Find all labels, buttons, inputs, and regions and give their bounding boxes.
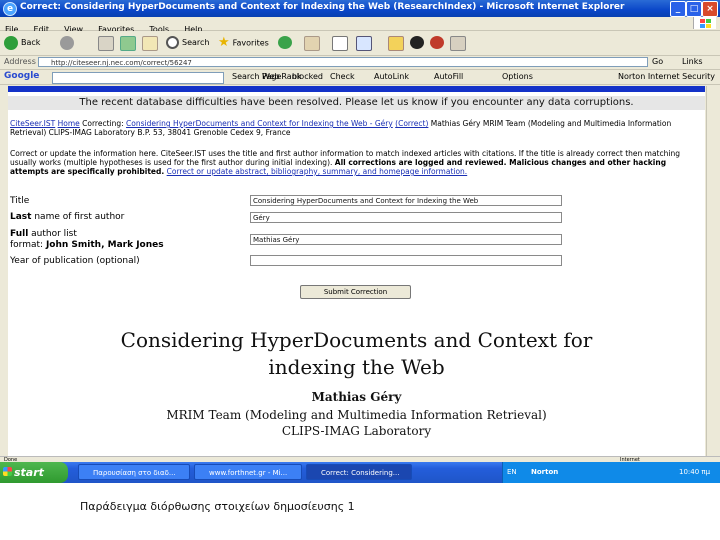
update-abstract-link[interactable]: Correct or update abstract, bibliography… <box>167 167 468 176</box>
paper-title: Considering HyperDocuments and Context f… <box>120 328 593 379</box>
last-name-label: Last name of first author <box>10 212 125 222</box>
windows-flag-icon <box>3 467 12 476</box>
google-toolbar: Google Search Web PageRank blocked Check… <box>0 70 720 85</box>
minimize-button[interactable]: _ <box>670 1 686 17</box>
vertical-scrollbar[interactable] <box>706 86 720 456</box>
norton-toolbar-label: Norton Internet Security <box>618 72 715 81</box>
submit-correction-button[interactable]: Submit Correction <box>300 285 411 299</box>
forward-button[interactable] <box>60 34 77 52</box>
maximize-button[interactable]: □ <box>686 1 702 17</box>
task-presentation[interactable]: Παρουσίαση στο διαδ... <box>78 464 190 480</box>
home-icon[interactable] <box>142 36 158 51</box>
author-format-hint: format: John Smith, Mark Jones <box>10 240 164 250</box>
slide-caption: Παράδειγμα διόρθωσης στοιχείων δημοσίευσ… <box>80 500 355 513</box>
mail-icon[interactable] <box>304 36 320 51</box>
paper-author: Mathias Géry <box>311 390 402 404</box>
forward-arrow-icon <box>60 35 74 50</box>
last-name-input[interactable]: Géry <box>250 212 562 223</box>
home-link[interactable]: Home <box>58 119 80 128</box>
correcting-label: Correcting: <box>82 119 124 128</box>
google-check-button[interactable]: Check <box>330 72 355 81</box>
google-search-input[interactable] <box>52 72 224 84</box>
address-label: Address <box>4 57 36 66</box>
favorites-button[interactable]: ★ Favorites <box>218 34 269 52</box>
correct-link[interactable]: (Correct) <box>395 119 428 128</box>
windows-logo-icon <box>693 17 716 29</box>
window-title: Correct: Considering HyperDocuments and … <box>20 2 625 12</box>
title-bar: e Correct: Considering HyperDocuments an… <box>0 0 720 17</box>
clock: 10:40 πμ <box>679 468 711 476</box>
header-stripe <box>8 86 705 92</box>
google-popup-blocked[interactable]: blocked <box>292 72 323 81</box>
title-input[interactable]: Considering HyperDocuments and Context f… <box>250 195 562 206</box>
edit-icon[interactable] <box>356 36 372 51</box>
paper-affiliation: MRIM Team (Modeling and Multimedia Infor… <box>166 408 547 438</box>
task-correct-page[interactable]: Correct: Considering... <box>306 464 412 480</box>
research-icon[interactable] <box>430 36 444 49</box>
instructions: Correct or update the information here. … <box>10 149 696 176</box>
messenger-icon[interactable] <box>410 36 424 49</box>
address-input[interactable]: http://citeseer.nj.nec.com/correct/56247 <box>38 57 648 67</box>
author-list-label: Full author list <box>10 229 77 239</box>
menu-bar: File Edit View Favorites Tools Help <box>0 17 720 34</box>
stop-icon[interactable] <box>98 36 114 51</box>
system-tray: EN Norton 10:40 πμ <box>502 462 720 483</box>
google-logo: Google <box>4 71 40 81</box>
breadcrumb: CiteSeer.IST Home Correcting: Considerin… <box>10 119 698 137</box>
media-icon[interactable] <box>278 36 292 49</box>
google-options-button[interactable]: Options <box>502 72 533 81</box>
author-list-input[interactable]: Mathias Géry <box>250 234 562 245</box>
search-button[interactable]: Search <box>166 34 209 52</box>
print-icon[interactable] <box>332 36 348 51</box>
taskbar: start Παρουσίαση στο διαδ... www.forthne… <box>0 462 720 483</box>
address-bar: Address http://citeseer.nj.nec.com/corre… <box>0 56 720 70</box>
star-icon: ★ <box>218 35 230 50</box>
language-indicator[interactable]: EN <box>507 462 517 483</box>
google-autofill-button[interactable]: AutoFill <box>434 72 463 81</box>
norton-tray-button[interactable]: Norton <box>531 462 558 483</box>
back-arrow-icon <box>4 35 18 50</box>
web-page: The recent database difficulties have be… <box>8 86 705 456</box>
search-icon <box>166 36 179 49</box>
start-button[interactable]: start <box>0 462 68 483</box>
go-button[interactable]: Go <box>652 57 663 66</box>
paper-link[interactable]: Considering HyperDocuments and Context f… <box>126 119 393 128</box>
year-label: Year of publication (optional) <box>10 256 140 266</box>
task-forthnet[interactable]: www.forthnet.gr - Mi... <box>194 464 302 480</box>
tools-icon[interactable] <box>450 36 466 51</box>
links-button[interactable]: Links <box>682 57 703 66</box>
discuss-icon[interactable] <box>388 36 404 51</box>
screenshot: e Correct: Considering HyperDocuments an… <box>0 0 720 483</box>
citeseer-home-link[interactable]: CiteSeer.IST <box>10 119 55 128</box>
back-button[interactable]: Back <box>4 34 40 52</box>
close-button[interactable]: × <box>702 1 718 17</box>
google-autolink-button[interactable]: AutoLink <box>374 72 409 81</box>
ie-icon: e <box>3 2 17 16</box>
standard-toolbar: Back Search ★ Favorites <box>0 31 720 56</box>
year-input[interactable] <box>250 255 562 266</box>
site-notice: The recent database difficulties have be… <box>8 96 705 110</box>
refresh-icon[interactable] <box>120 36 136 51</box>
title-label: Title <box>10 196 30 206</box>
